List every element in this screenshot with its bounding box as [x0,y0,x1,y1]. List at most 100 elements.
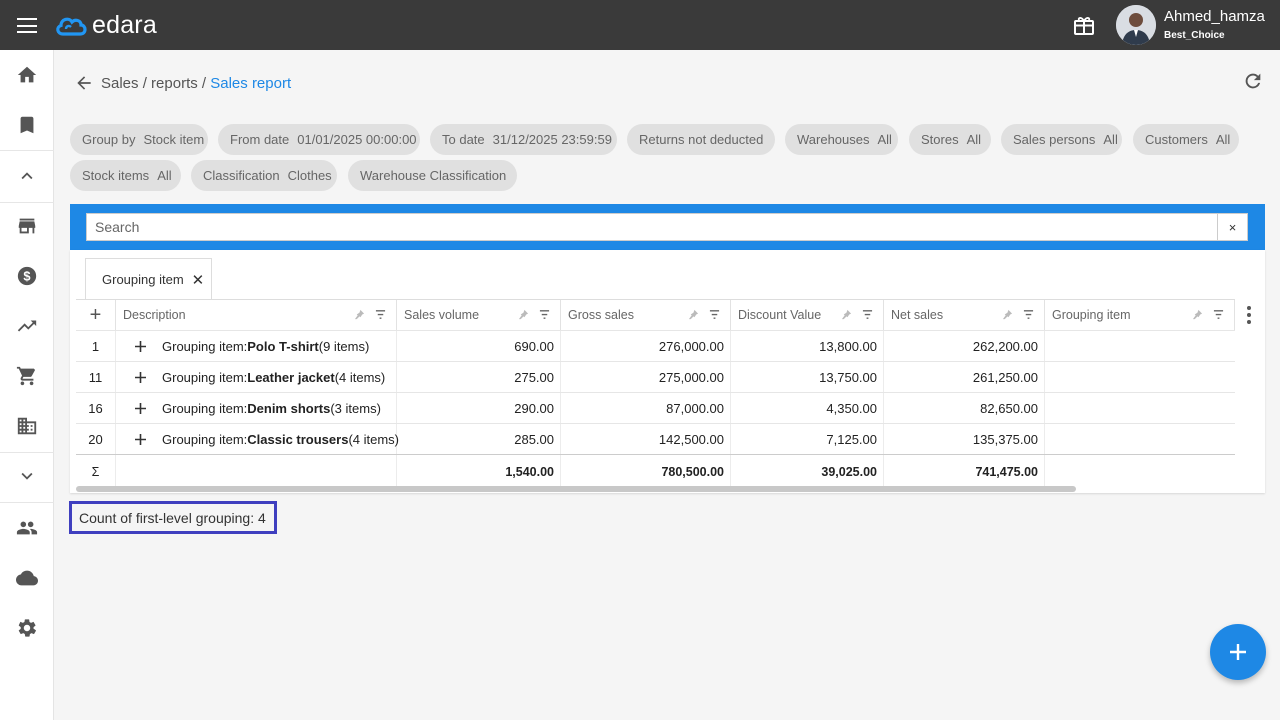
cell-sales-volume: 285.00 [397,424,561,455]
sidebar-collapse-up[interactable] [0,152,54,200]
data-grid: Grouping item ✕ + Description Sales volu… [70,250,1265,493]
logo[interactable]: edara [54,11,157,40]
plus-icon [1230,644,1246,660]
refresh-icon[interactable] [1242,70,1264,92]
building-icon [17,417,37,435]
sidebar-item-store[interactable] [0,202,54,250]
filter-chip-stock-items[interactable]: Stock items All [70,160,181,191]
table-row[interactable]: 20 Grouping item: Classic trousers (4 item… [76,423,1235,455]
cell-gross-sales: 87,000.00 [561,393,731,424]
filter-chip-from-date[interactable]: From date 01/01/2025 00:00:00 [218,124,420,155]
sidebar-item-users[interactable] [0,504,54,552]
column-header-discount-value[interactable]: Discount Value [731,300,884,330]
row-index: 20 [76,424,116,455]
sidebar-item-finance[interactable]: $ [0,252,54,300]
breadcrumb-reports[interactable]: reports [151,75,198,92]
remove-grouping-icon[interactable]: ✕ [192,271,205,289]
back-arrow-icon[interactable] [74,73,94,93]
filter-icon[interactable] [862,309,873,320]
cell-net-sales: 261,250.00 [884,362,1045,393]
total-net-sales: 741,475.00 [884,455,1045,488]
people-icon [16,521,38,535]
cell-description: Grouping item: Leather jacket (4 items) [116,362,397,393]
pin-icon[interactable] [1192,309,1203,320]
pin-icon[interactable] [354,309,365,320]
cell-sales-volume: 290.00 [397,393,561,424]
column-header-description[interactable]: Description [116,300,397,330]
pin-icon[interactable] [518,309,529,320]
column-header-net-sales[interactable]: Net sales [884,300,1045,330]
add-button[interactable] [1210,624,1266,680]
sidebar-item-settings[interactable] [0,604,54,652]
expand-all-button[interactable]: + [76,300,116,330]
table-row[interactable]: 1 Grouping item: Polo T-shirt (9 items) 69… [76,330,1235,362]
chevron-up-icon [21,172,33,180]
cell-grouping-item [1045,362,1235,393]
sidebar-item-cloud[interactable] [0,554,54,602]
sidebar-item-home[interactable] [0,51,54,99]
cell-net-sales: 82,650.00 [884,393,1045,424]
filter-icon[interactable] [1023,309,1034,320]
filter-chip-stores[interactable]: Stores All [909,124,991,155]
pin-icon[interactable] [688,309,699,320]
column-menu-icon[interactable] [1242,305,1256,325]
totals-row: Σ 1,540.00 780,500.00 39,025.00 741,475.… [76,454,1235,488]
column-header-sales-volume[interactable]: Sales volume [397,300,561,330]
pin-icon[interactable] [1002,309,1013,320]
sidebar-item-company[interactable] [0,402,54,450]
total-discount: 39,025.00 [731,455,884,488]
cell-discount: 13,750.00 [731,362,884,393]
sidebar-item-sales[interactable] [0,352,54,400]
filter-icon[interactable] [375,309,386,320]
filter-icon[interactable] [1213,309,1224,320]
cell-net-sales: 135,375.00 [884,424,1045,455]
sidebar-item-bookmarks[interactable] [0,101,54,149]
gift-icon[interactable] [1072,13,1096,37]
search-clear-button[interactable]: × [1218,213,1248,241]
trending-up-icon [17,320,37,332]
cell-description: Grouping item: Denim shorts (3 items) [116,393,397,424]
store-icon [18,218,36,234]
filter-icon[interactable] [539,309,550,320]
grouping-chip[interactable]: Grouping item ✕ [85,258,212,300]
home-icon [17,66,37,83]
filter-chip-sales-persons[interactable]: Sales persons All [1001,124,1122,155]
avatar[interactable] [1116,5,1156,45]
search-input[interactable] [86,213,1218,241]
filter-chip-warehouse-classification[interactable]: Warehouse Classification [348,160,517,191]
cell-grouping-item [1045,331,1235,362]
filter-chip-customers[interactable]: Customers All [1133,124,1239,155]
user-name[interactable]: Ahmed_hamza [1164,8,1265,25]
cloud-logo-icon [56,17,87,36]
filter-chip-to-date[interactable]: To date 31/12/2025 23:59:59 [430,124,617,155]
user-company: Best_Choice [1164,30,1225,41]
cell-description: Grouping item: Classic trousers (4 items) [116,424,399,455]
filter-chip-group-by[interactable]: Group by Stock item [70,124,208,155]
sidebar: $ [0,50,54,720]
filter-chip-classification[interactable]: Classification Clothes [191,160,337,191]
top-bar: edara Ahmed_hamza Best_Choice [0,0,1280,50]
table-row[interactable]: 16 Grouping item: Denim shorts (3 items) 2… [76,392,1235,424]
column-header-gross-sales[interactable]: Gross sales [561,300,731,330]
total-gross-sales: 780,500.00 [561,455,731,488]
table-row[interactable]: 11 Grouping item: Leather jacket (4 items)… [76,361,1235,393]
horizontal-scrollbar[interactable] [76,486,1076,492]
brand-name: edara [92,11,157,39]
menu-icon[interactable] [17,18,37,33]
pin-icon[interactable] [841,309,852,320]
filter-chip-returns[interactable]: Returns not deducted [627,124,775,155]
cell-grouping-item [1045,393,1235,424]
svg-text:$: $ [23,269,30,284]
breadcrumb-sales[interactable]: Sales [101,75,139,92]
breadcrumb-current: Sales report [210,75,292,92]
filter-chip-warehouses[interactable]: Warehouses All [785,124,898,155]
sidebar-item-reports[interactable] [0,302,54,350]
filter-icon[interactable] [709,309,720,320]
row-index: 11 [76,362,116,393]
sidebar-expand-down[interactable] [0,452,54,500]
cell-discount: 13,800.00 [731,331,884,362]
cell-description: Grouping item: Polo T-shirt (9 items) [116,331,397,362]
column-header-grouping-item[interactable]: Grouping item [1045,300,1235,330]
cell-net-sales: 262,200.00 [884,331,1045,362]
sum-symbol: Σ [76,455,116,488]
